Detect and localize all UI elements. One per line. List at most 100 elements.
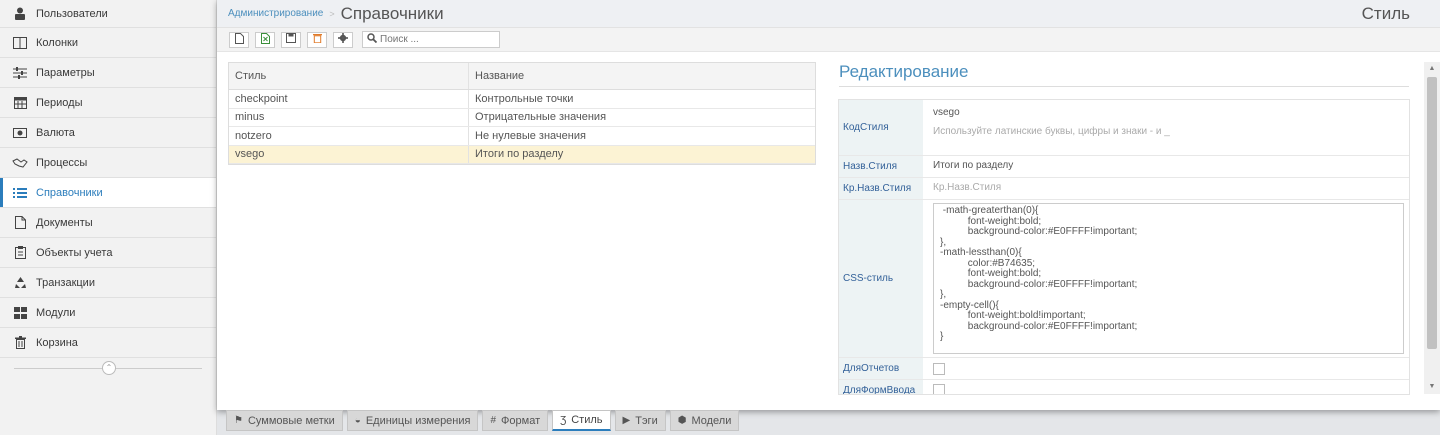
- tab-format[interactable]: # Формат: [482, 410, 549, 431]
- trash-icon: [312, 33, 322, 46]
- form-row-css: CSS-стиль -math-greaterthan(0){ font-wei…: [839, 200, 1409, 358]
- scroll-down-arrow-icon[interactable]: ▼: [1424, 380, 1440, 394]
- recycle-icon: [12, 276, 28, 290]
- cubes-icon: ⬢: [677, 415, 687, 426]
- tab-units[interactable]: ◒ Единицы измерения: [346, 410, 479, 431]
- styles-table: Стиль Название checkpoint Контрольные то…: [228, 62, 816, 165]
- sidebar-item-label: Объекты учета: [36, 246, 113, 259]
- clipboard-icon: [12, 246, 28, 260]
- reports-label: ДляОтчетов: [839, 358, 923, 379]
- column-header-style[interactable]: Стиль: [229, 63, 469, 89]
- sidebar-item-dictionaries[interactable]: Справочники: [0, 178, 216, 208]
- main-panel: Администрирование > Справочники Стиль Ст…: [217, 0, 1440, 410]
- sidebar-item-periods[interactable]: Периоды: [0, 88, 216, 118]
- user-lock-icon: [12, 7, 28, 21]
- tab-tags[interactable]: ▶ Тэги: [614, 410, 666, 431]
- forms-checkbox[interactable]: [933, 384, 945, 394]
- reports-checkbox[interactable]: [933, 362, 945, 375]
- columns-icon: [12, 36, 28, 50]
- new-button[interactable]: [229, 31, 249, 48]
- sidebar-item-modules[interactable]: Модули: [0, 298, 216, 328]
- tab-sum-marks[interactable]: ⚑ Суммовые метки: [226, 410, 343, 431]
- form-row-short-name: Кр.Назв.Стиля Кр.Назв.Стиля: [839, 178, 1409, 200]
- delete-button[interactable]: [307, 31, 327, 48]
- divider: [839, 86, 1409, 87]
- tab-models[interactable]: ⬢ Модели: [669, 410, 740, 431]
- table-header: Стиль Название: [229, 63, 815, 90]
- form-row-forms: ДляФормВвода: [839, 380, 1409, 394]
- bottom-tabs: ⚑ Суммовые метки ◒ Единицы измерения # Ф…: [226, 410, 743, 432]
- sidebar-item-label: Модули: [36, 306, 76, 319]
- sidebar-item-trash[interactable]: Корзина: [0, 328, 216, 358]
- css3-icon: Ʒ: [560, 414, 567, 426]
- sidebar: Пользователи Колонки Параметры Периоды В…: [0, 0, 217, 435]
- tab-style[interactable]: Ʒ Стиль: [552, 410, 611, 431]
- sidebar-item-currency[interactable]: Валюта: [0, 118, 216, 148]
- gear-icon: [338, 33, 348, 46]
- forms-label: ДляФормВвода: [839, 380, 923, 394]
- save-button[interactable]: [281, 31, 301, 48]
- search-box[interactable]: [362, 31, 500, 48]
- table-cell: notzero: [229, 127, 469, 145]
- edit-panel-title: Редактирование: [839, 62, 969, 81]
- short-name-field[interactable]: Кр.Назв.Стиля: [923, 178, 1409, 199]
- tab-label: Модели: [691, 414, 732, 427]
- sidebar-item-label: Пользователи: [36, 7, 108, 20]
- tab-label: Тэги: [635, 414, 658, 427]
- forms-field: [923, 380, 1409, 394]
- sidebar-collapse-row: ⌃: [0, 358, 216, 378]
- css-textarea[interactable]: -math-greaterthan(0){ font-weight:bold; …: [933, 203, 1404, 354]
- sidebar-item-accounting-objects[interactable]: Объекты учета: [0, 238, 216, 268]
- css-label: CSS-стиль: [839, 200, 923, 357]
- scrollbar-thumb[interactable]: [1427, 77, 1437, 349]
- breadcrumb-separator-icon: >: [329, 8, 335, 19]
- scrollbar[interactable]: ▲ ▼: [1424, 62, 1440, 394]
- settings-button[interactable]: [333, 31, 353, 48]
- sidebar-item-label: Корзина: [36, 336, 78, 349]
- table-row-selected[interactable]: vsego Итоги по разделу: [229, 145, 815, 164]
- code-value: vsego: [933, 107, 960, 118]
- column-header-name[interactable]: Название: [469, 63, 815, 89]
- grid-icon: [12, 306, 28, 320]
- scroll-up-arrow-icon[interactable]: ▲: [1424, 62, 1440, 76]
- short-name-label: Кр.Назв.Стиля: [839, 178, 923, 199]
- sidebar-item-label: Колонки: [36, 36, 78, 49]
- table-row[interactable]: checkpoint Контрольные точки: [229, 90, 815, 109]
- hash-icon: #: [490, 415, 497, 426]
- file-icon: [12, 216, 28, 230]
- sidebar-item-label: Документы: [36, 216, 93, 229]
- page-title: Справочники: [340, 3, 444, 23]
- tab-label: Суммовые метки: [247, 414, 335, 427]
- table-cell: vsego: [229, 145, 469, 163]
- sidebar-item-label: Периоды: [36, 96, 83, 109]
- search-input[interactable]: [380, 34, 490, 45]
- sidebar-item-transactions[interactable]: Транзакции: [0, 268, 216, 298]
- tab-label: Единицы измерения: [365, 414, 471, 427]
- double-chevron-up-icon: ⌃: [105, 363, 113, 372]
- sidebar-item-columns[interactable]: Колонки: [0, 28, 216, 58]
- name-field[interactable]: Итоги по разделу: [923, 156, 1409, 177]
- collapse-sidebar-button[interactable]: ⌃: [102, 361, 116, 375]
- sidebar-item-documents[interactable]: Документы: [0, 208, 216, 238]
- list-icon: [12, 186, 28, 200]
- sidebar-item-users[interactable]: Пользователи: [0, 0, 216, 28]
- search-icon: [367, 33, 378, 46]
- code-label: КодСтиля: [839, 100, 923, 155]
- code-hint: Используйте латинские буквы, цифры и зна…: [933, 126, 1170, 137]
- export-button[interactable]: [255, 31, 275, 48]
- table-row[interactable]: notzero Не нулевые значения: [229, 127, 815, 146]
- sidebar-item-parameters[interactable]: Параметры: [0, 58, 216, 88]
- tab-label: Стиль: [571, 414, 603, 426]
- sidebar-item-label: Справочники: [36, 186, 103, 199]
- file-excel-icon: [260, 32, 270, 47]
- code-field[interactable]: vsego Используйте латинские буквы, цифры…: [923, 100, 1409, 155]
- breadcrumb-link-admin[interactable]: Администрирование: [228, 8, 323, 19]
- name-label: Назв.Стиля: [839, 156, 923, 177]
- breadcrumb: Администрирование > Справочники Стиль: [217, 0, 1440, 28]
- table-row[interactable]: minus Отрицательные значения: [229, 108, 815, 127]
- sidebar-item-processes[interactable]: Процессы: [0, 148, 216, 178]
- calendar-icon: [12, 96, 28, 110]
- form-row-reports: ДляОтчетов: [839, 358, 1409, 380]
- toolbar: [217, 28, 1440, 52]
- table-cell: checkpoint: [229, 90, 469, 108]
